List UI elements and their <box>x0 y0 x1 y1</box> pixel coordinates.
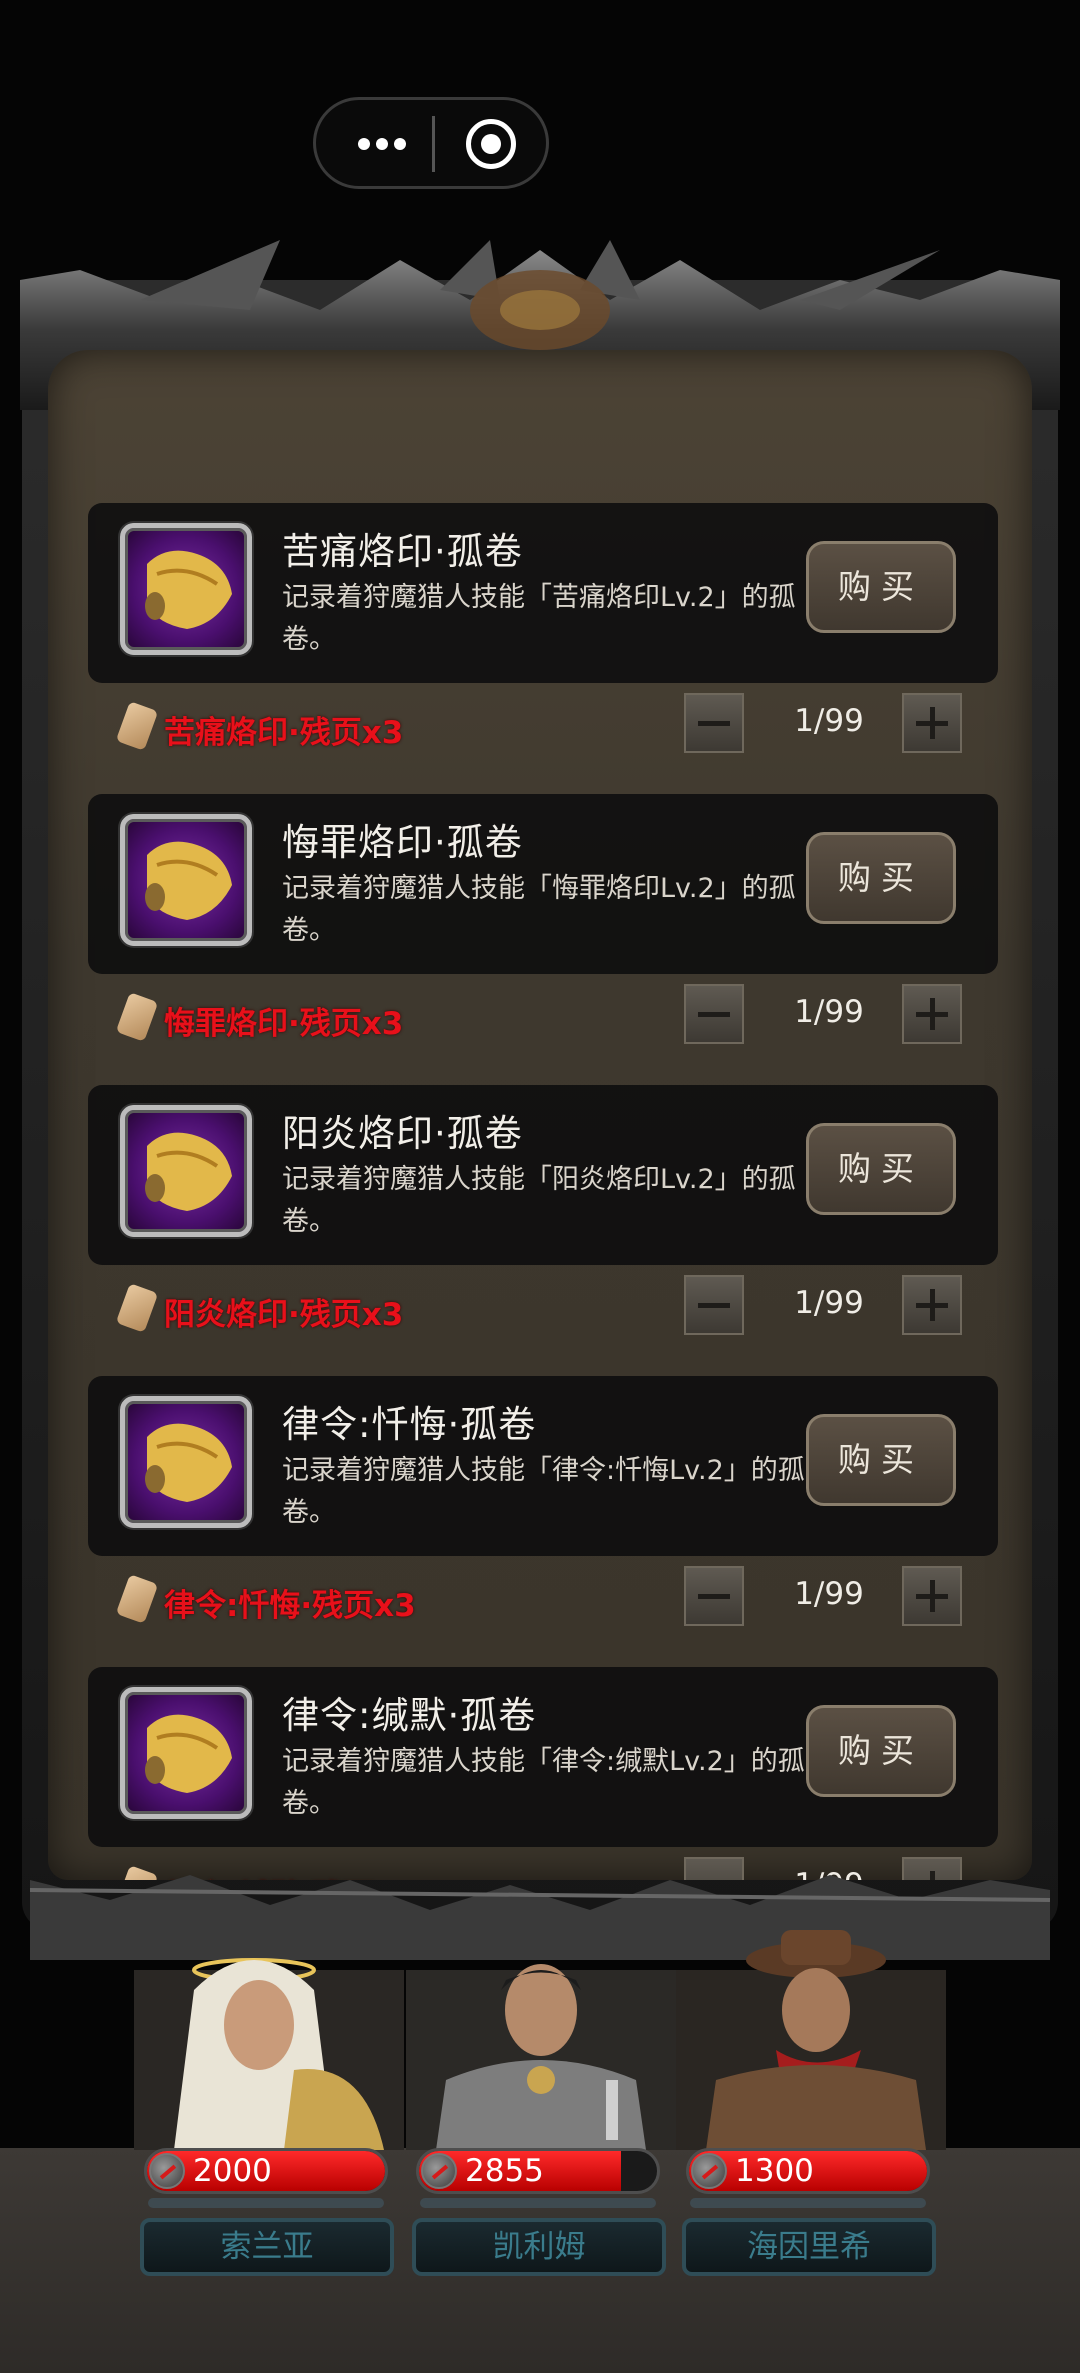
hero-team: 2000 索兰亚 2855 凯利姆 1300 海因里希 <box>134 1930 946 2290</box>
quantity-value: 1/99 <box>794 703 864 739</box>
scroll-item-icon <box>120 1105 252 1237</box>
hero-name: 索兰亚 <box>140 2218 394 2276</box>
quantity-value: 1/99 <box>794 1285 864 1321</box>
scroll-item-icon <box>120 523 252 655</box>
fragment-page-icon <box>115 701 159 751</box>
buy-button[interactable]: 购买 <box>806 1705 956 1797</box>
fragment-page-icon <box>115 1574 159 1624</box>
hp-orb-icon <box>691 2153 727 2189</box>
hp-orb-icon <box>149 2153 185 2189</box>
sub-bar <box>148 2198 384 2208</box>
close-target-icon[interactable] <box>466 119 516 169</box>
quantity-value: 1/99 <box>794 1576 864 1612</box>
item-description: 记录着狩魔猎人技能「律令:忏悔Lv.2」的孤卷。 <box>282 1455 805 1528</box>
fragment-cost: 律令:忏悔·残页x3 <box>164 1588 416 1624</box>
fragment-cost: 苦痛烙印·残页x3 <box>164 715 404 751</box>
cost-row: 苦痛烙印·残页x3 1/99 <box>88 693 998 773</box>
scroll-item-icon <box>120 1396 252 1528</box>
fragment-page-icon <box>115 1283 159 1333</box>
decrease-button[interactable] <box>684 1566 744 1626</box>
item-name: 苦痛烙印·孤卷 <box>282 530 523 573</box>
hero-portrait <box>406 1964 676 2150</box>
cost-row: 阳炎烙印·残页x3 1/99 <box>88 1275 998 1355</box>
quantity-value: 1/99 <box>794 994 864 1030</box>
item-description: 记录着狩魔猎人技能「律令:缄默Lv.2」的孤卷。 <box>282 1746 805 1819</box>
hero-portrait <box>134 1958 404 2150</box>
hero-portrait <box>676 1930 946 2150</box>
cost-row: 律令:忏悔·残页x3 1/99 <box>88 1566 998 1646</box>
fragment-page-icon <box>115 992 159 1042</box>
sub-bar <box>420 2198 656 2208</box>
item-description: 记录着狩魔猎人技能「悔罪烙印Lv.2」的孤卷。 <box>282 873 796 946</box>
item-description: 记录着狩魔猎人技能「苦痛烙印Lv.2」的孤卷。 <box>282 582 796 655</box>
increase-button[interactable] <box>902 1566 962 1626</box>
hp-bar: 2855 <box>416 2148 660 2194</box>
hp-value: 2855 <box>465 2153 544 2189</box>
more-dots-icon[interactable] <box>346 124 416 164</box>
fragment-cost: 阳炎烙印·残页x3 <box>164 1297 404 1333</box>
hp-bar: 1300 <box>686 2148 930 2194</box>
hero-card[interactable]: 2855 凯利姆 <box>406 1930 676 2290</box>
decrease-button[interactable] <box>684 984 744 1044</box>
hero-name: 海因里希 <box>682 2218 936 2276</box>
hp-bar: 2000 <box>144 2148 388 2194</box>
increase-button[interactable] <box>902 984 962 1044</box>
hp-orb-icon <box>421 2153 457 2189</box>
buy-button[interactable]: 购买 <box>806 832 956 924</box>
sub-bar <box>690 2198 926 2208</box>
item-name: 律令:缄默·孤卷 <box>282 1694 537 1737</box>
hero-card[interactable]: 1300 海因里希 <box>676 1930 946 2290</box>
cost-row: 悔罪烙印·残页x3 1/99 <box>88 984 998 1064</box>
decrease-button[interactable] <box>684 1275 744 1335</box>
buy-button[interactable]: 购买 <box>806 1123 956 1215</box>
hero-name: 凯利姆 <box>412 2218 666 2276</box>
increase-button[interactable] <box>902 693 962 753</box>
menu-capsule <box>313 97 549 189</box>
hp-value: 1300 <box>735 2153 814 2189</box>
item-description: 记录着狩魔猎人技能「阳炎烙印Lv.2」的孤卷。 <box>282 1164 796 1237</box>
item-name: 悔罪烙印·孤卷 <box>282 821 523 864</box>
item-name: 阳炎烙印·孤卷 <box>282 1112 523 1155</box>
fragment-cost: 悔罪烙印·残页x3 <box>164 1006 404 1042</box>
capsule-divider <box>432 116 435 172</box>
decrease-button[interactable] <box>684 693 744 753</box>
item-name: 律令:忏悔·孤卷 <box>282 1403 537 1446</box>
shop-list-panel[interactable]: 苦痛烙印·孤卷 记录着狩魔猎人技能「苦痛烙印Lv.2」的孤卷。 购买 苦痛烙印·… <box>48 350 1032 1880</box>
scroll-item-icon <box>120 1687 252 1819</box>
scroll-item-icon <box>120 814 252 946</box>
buy-button[interactable]: 购买 <box>806 1414 956 1506</box>
hero-card[interactable]: 2000 索兰亚 <box>134 1930 404 2290</box>
increase-button[interactable] <box>902 1275 962 1335</box>
hp-value: 2000 <box>193 2153 272 2189</box>
buy-button[interactable]: 购买 <box>806 541 956 633</box>
